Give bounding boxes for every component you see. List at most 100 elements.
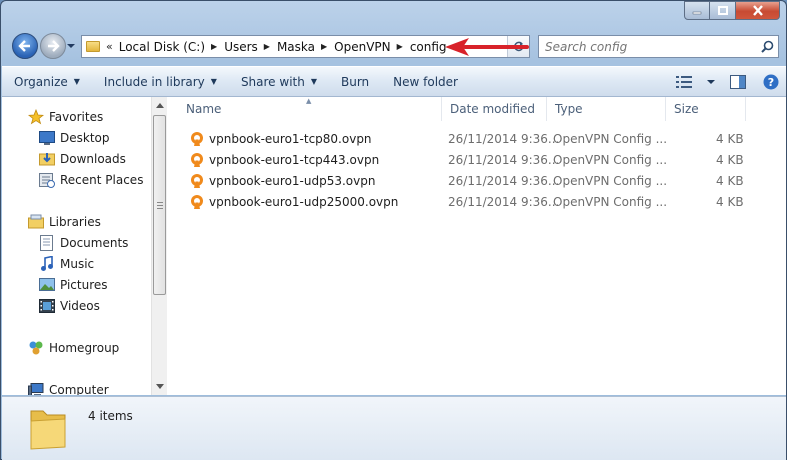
nav-item-label: Music (60, 257, 95, 271)
file-name-cell[interactable]: vpnbook-euro1-udp25000.ovpn (189, 191, 398, 212)
svg-text:?: ? (768, 76, 774, 89)
table-row[interactable]: vpnbook-euro1-tcp80.ovpn 26/11/2014 9:36… (168, 128, 786, 149)
file-name-cell[interactable]: vpnbook-euro1-tcp443.ovpn (189, 149, 379, 170)
breadcrumb-config[interactable]: config (410, 40, 447, 54)
new-folder-button[interactable]: New folder (381, 67, 470, 96)
minimize-button[interactable] (684, 1, 710, 20)
computer-icon (28, 382, 44, 395)
navigation-bar: « Local Disk (C:) ▶ Users ▶ Maska ▶ Open… (1, 28, 787, 64)
file-name: vpnbook-euro1-tcp80.ovpn (209, 131, 372, 146)
address-overflow-chevron[interactable]: « (106, 40, 113, 53)
search-icon[interactable] (756, 40, 778, 53)
scroll-down-button[interactable] (152, 378, 168, 395)
share-with-button[interactable]: Share with ▼ (229, 67, 329, 96)
burn-button[interactable]: Burn (329, 67, 381, 96)
nav-item-label: Videos (60, 299, 100, 313)
nav-item-label: Documents (60, 236, 129, 250)
nav-item-music[interactable]: Music (39, 254, 94, 274)
minimize-icon (692, 11, 702, 14)
chevron-down-icon: ▼ (210, 77, 217, 86)
table-row[interactable]: vpnbook-euro1-udp53.ovpn 26/11/2014 9:36… (168, 170, 786, 191)
search-input[interactable] (539, 36, 756, 57)
preview-pane-button[interactable] (720, 74, 756, 89)
column-header-name[interactable]: Name (178, 97, 442, 121)
breadcrumb-users[interactable]: Users (224, 40, 258, 54)
grip-icon (157, 202, 163, 209)
pictures-icon (39, 277, 55, 293)
nav-item-documents[interactable]: Documents (39, 233, 128, 253)
file-name: vpnbook-euro1-tcp443.ovpn (209, 152, 380, 167)
scrollbar-thumb[interactable] (153, 115, 166, 295)
maximize-icon (717, 6, 728, 15)
change-view-button[interactable] (666, 75, 702, 88)
nav-item-downloads[interactable]: Downloads (39, 149, 126, 169)
breadcrumb-separator-icon[interactable]: ▶ (321, 42, 327, 51)
caption-buttons (684, 1, 780, 20)
breadcrumb-separator-icon[interactable]: ▶ (211, 42, 217, 51)
search-box[interactable] (538, 35, 779, 58)
forward-arrow-icon (48, 40, 60, 52)
nav-item-label: Recent Places (60, 173, 144, 187)
help-button[interactable]: ? (756, 74, 786, 90)
organize-button[interactable]: Organize ▼ (2, 67, 92, 96)
breadcrumb-separator-icon[interactable]: ▶ (397, 42, 403, 51)
file-name: vpnbook-euro1-udp25000.ovpn (209, 194, 399, 209)
nav-item-libraries[interactable]: Libraries (28, 212, 101, 232)
videos-icon (39, 298, 55, 314)
nav-item-recent-places[interactable]: Recent Places (39, 170, 143, 190)
column-header-date-modified[interactable]: Date modified (442, 97, 547, 121)
nav-item-favorites[interactable]: Favorites (28, 107, 103, 127)
column-header-type[interactable]: Type (547, 97, 666, 121)
back-button[interactable] (12, 33, 38, 59)
documents-icon (39, 235, 55, 251)
view-controls: ? (666, 74, 786, 90)
recent-places-icon (39, 172, 55, 188)
nav-item-label: Computer (49, 383, 109, 395)
music-icon (39, 256, 55, 272)
breadcrumb-separator-icon[interactable]: ▶ (264, 42, 270, 51)
file-date: 26/11/2014 9:36... (448, 173, 560, 188)
column-header-label: Size (674, 102, 699, 116)
maximize-button[interactable] (710, 1, 736, 20)
column-header-size[interactable]: Size (666, 97, 746, 121)
nav-item-videos[interactable]: Videos (39, 296, 100, 316)
desktop-icon (39, 130, 55, 146)
file-size: 4 KB (716, 173, 744, 188)
scroll-up-button[interactable] (152, 97, 168, 114)
preview-pane-icon (730, 74, 746, 89)
view-options-dropdown[interactable] (702, 79, 720, 85)
column-header-label: Date modified (450, 102, 536, 116)
file-date: 26/11/2014 9:36... (448, 152, 560, 167)
nav-item-homegroup[interactable]: Homegroup (28, 338, 119, 358)
file-type: OpenVPN Config ... (553, 131, 668, 146)
explorer-window: « Local Disk (C:) ▶ Users ▶ Maska ▶ Open… (0, 0, 787, 460)
file-type: OpenVPN Config ... (553, 194, 668, 209)
table-row[interactable]: vpnbook-euro1-udp25000.ovpn 26/11/2014 9… (168, 191, 786, 212)
openvpn-file-icon (191, 194, 203, 209)
navigation-pane-scrollbar[interactable] (151, 97, 167, 395)
recent-pages-dropdown[interactable] (67, 42, 75, 51)
organize-label: Organize (14, 74, 68, 89)
nav-item-label: Favorites (49, 110, 104, 124)
file-name-cell[interactable]: vpnbook-euro1-udp53.ovpn (189, 170, 375, 191)
column-header-label: Name (186, 102, 222, 116)
content-area: Favorites Desktop Downloads Recent Place… (2, 97, 786, 395)
nav-item-pictures[interactable]: Pictures (39, 275, 108, 295)
details-view-icon (676, 75, 692, 88)
nav-item-desktop[interactable]: Desktop (39, 128, 110, 148)
file-name-cell[interactable]: vpnbook-euro1-tcp80.ovpn (189, 128, 372, 149)
column-header-label: Type (555, 102, 583, 116)
table-row[interactable]: vpnbook-euro1-tcp443.ovpn 26/11/2014 9:3… (168, 149, 786, 170)
include-in-library-button[interactable]: Include in library ▼ (92, 67, 229, 96)
file-list: ▲ Name Date modified Type Size vpnbook-e… (168, 97, 786, 395)
breadcrumb-openvpn[interactable]: OpenVPN (334, 40, 390, 54)
chevron-down-icon (67, 44, 75, 48)
forward-button[interactable] (40, 33, 66, 59)
breadcrumb-maska[interactable]: Maska (277, 40, 315, 54)
nav-item-computer[interactable]: Computer (28, 380, 109, 395)
new-folder-label: New folder (393, 74, 458, 89)
file-date: 26/11/2014 9:36... (448, 194, 560, 209)
close-button[interactable] (736, 1, 780, 20)
breadcrumb-local-disk[interactable]: Local Disk (C:) (119, 40, 205, 54)
close-icon (752, 5, 763, 16)
